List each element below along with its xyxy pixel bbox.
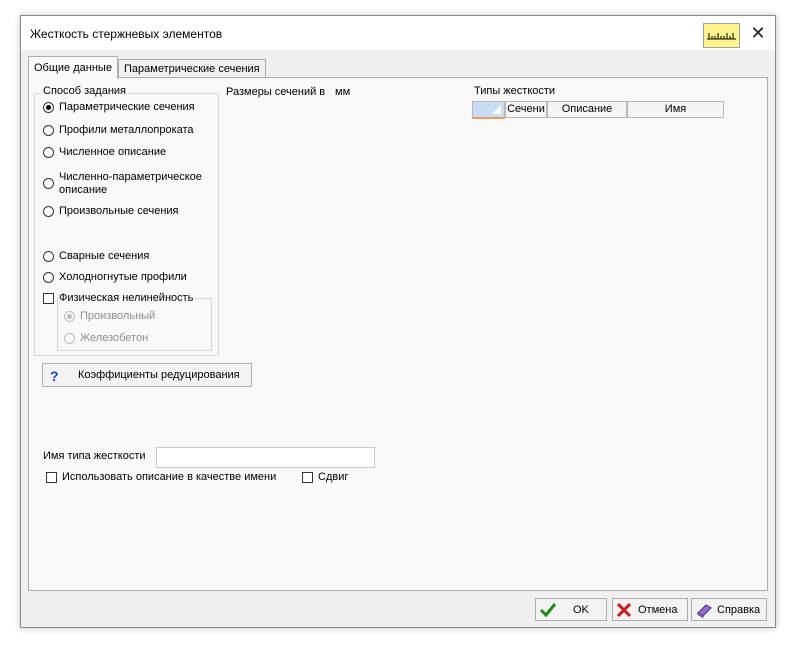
grid-header-corner[interactable] xyxy=(472,101,505,118)
radio-welded-label: Сварные сечения xyxy=(59,250,150,262)
shift-label: Сдвиг xyxy=(318,471,349,483)
grid-header-name-label: Имя xyxy=(664,103,687,115)
help-question-icon: ? xyxy=(50,368,59,384)
grid-header-description[interactable]: Описание xyxy=(547,101,627,118)
ok-button[interactable]: OK xyxy=(535,598,607,621)
sort-triangle-icon xyxy=(492,105,501,114)
close-button[interactable]: ✕ xyxy=(743,18,773,48)
radio-cold-formed[interactable] xyxy=(43,272,54,283)
book-icon xyxy=(697,604,712,618)
radio-steel-profiles[interactable] xyxy=(43,125,54,136)
method-group-label: Способ задания xyxy=(41,85,128,97)
radio-numeric-parametric-label: Численно-параметрическое xyxy=(59,171,202,183)
radio-cold-formed-label: Холодногнутые профили xyxy=(59,271,187,283)
stiffness-name-label: Имя типа жесткости xyxy=(43,450,146,462)
radio-numeric-parametric[interactable] xyxy=(43,178,54,189)
grid-header-sections[interactable]: Сечени xyxy=(505,101,547,118)
reduction-coefficients-label: Коэффициенты редуцирования xyxy=(78,369,240,381)
stiffness-name-input[interactable] xyxy=(156,447,375,468)
help-button[interactable]: Справка xyxy=(691,598,767,621)
cancel-label: Отмена xyxy=(638,604,678,616)
close-icon: ✕ xyxy=(750,23,766,43)
tab-general-label: Общие данные xyxy=(34,62,112,74)
radio-parametric-label: Параметрические сечения xyxy=(59,101,195,113)
radio-reinforced-concrete-label: Железобетон xyxy=(80,332,149,344)
tab-general[interactable]: Общие данные xyxy=(28,56,118,79)
grid-header-accent xyxy=(472,117,505,119)
cancel-button[interactable]: Отмена xyxy=(612,598,688,621)
nonlinear-label: Физическая нелинейность xyxy=(59,292,196,304)
tab-parametric-sections[interactable]: Параметрические сечения xyxy=(118,59,266,78)
section-sizes-label: Размеры сечений в xyxy=(226,86,326,98)
radio-numeric[interactable] xyxy=(43,147,54,158)
x-icon xyxy=(616,602,632,618)
dialog-window: Жесткость стержневых элементов ✕ Общие д… xyxy=(20,15,776,628)
ruler-icon xyxy=(707,33,736,40)
radio-arbitrary-material-label: Произвольный xyxy=(80,310,156,322)
radio-numeric-label: Численное описание xyxy=(59,146,167,158)
check-icon xyxy=(539,603,557,618)
grid-header-name[interactable]: Имя xyxy=(627,101,724,118)
radio-reinforced-concrete[interactable] xyxy=(64,333,75,344)
radio-numeric-parametric-label-2: описание xyxy=(59,184,108,196)
shift-checkbox[interactable] xyxy=(302,472,313,483)
grid-header-sections-label: Сечени xyxy=(507,103,545,115)
tab-parametric-label: Параметрические сечения xyxy=(124,63,260,75)
title-bar: Жесткость стержневых элементов ✕ xyxy=(21,16,775,50)
reduction-coefficients-button[interactable]: ? Коэффициенты редуцирования xyxy=(42,363,252,387)
help-label: Справка xyxy=(717,604,761,616)
radio-arbitrary-material[interactable] xyxy=(64,311,75,322)
window-title: Жесткость стержневых элементов xyxy=(30,27,223,41)
nonlinear-checkbox[interactable] xyxy=(43,293,54,304)
radio-steel-profiles-label: Профили металлопроката xyxy=(59,124,194,136)
radio-arbitrary[interactable] xyxy=(43,206,54,217)
radio-welded[interactable] xyxy=(43,251,54,262)
section-sizes-unit: мм xyxy=(335,86,351,98)
ruler-button[interactable] xyxy=(703,23,740,48)
use-description-label: Использовать описание в качестве имени xyxy=(62,471,277,483)
ok-label: OK xyxy=(573,604,589,616)
radio-arbitrary-label: Произвольные сечения xyxy=(59,205,179,217)
use-description-checkbox[interactable] xyxy=(46,472,57,483)
radio-parametric[interactable] xyxy=(43,102,54,113)
stiffness-types-label: Типы жесткости xyxy=(474,85,556,97)
grid-header-description-label: Описание xyxy=(561,103,613,115)
